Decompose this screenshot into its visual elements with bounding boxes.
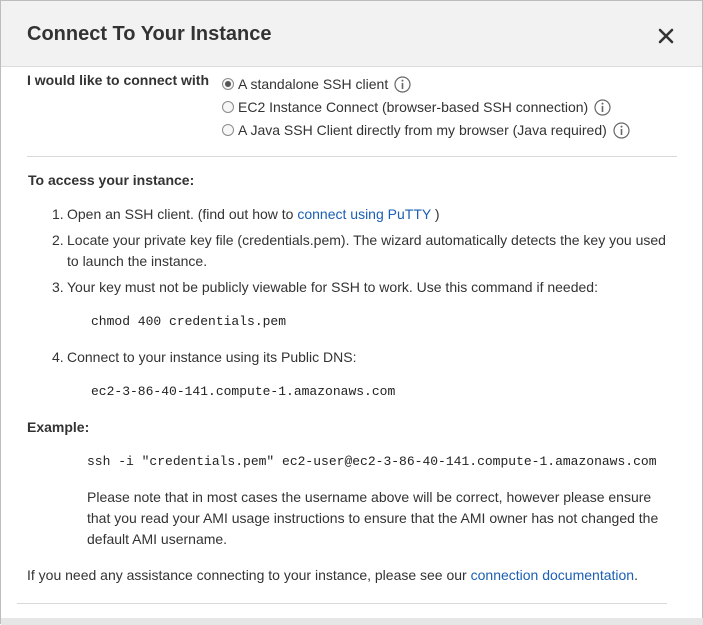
step-text: Open an SSH client. (find out how to <box>67 206 294 222</box>
step-4: 4. Connect to your instance using its Pu… <box>52 347 672 368</box>
section-divider <box>27 156 677 157</box>
example-title: Example: <box>27 419 90 435</box>
step-1: 1. Open an SSH client. (find out how to … <box>52 204 672 225</box>
step-number: 4. <box>52 349 64 365</box>
close-button[interactable] <box>651 21 681 51</box>
option-standalone-ssh[interactable]: A standalone SSH client <box>222 74 411 94</box>
assistance-text: If you need any assistance connecting to… <box>27 567 638 583</box>
connection-documentation-link[interactable]: connection documentation <box>471 567 634 583</box>
step-text: Locate your private key file (credential… <box>67 232 666 269</box>
public-dns: ec2-3-86-40-141.compute-1.amazonaws.com <box>91 384 396 399</box>
info-icon[interactable] <box>394 75 411 93</box>
step-text: Connect to your instance using its Publi… <box>67 349 357 365</box>
step-number: 1. <box>52 206 64 222</box>
username-note: Please note that in most cases the usern… <box>87 489 659 547</box>
close-icon <box>658 28 674 44</box>
access-title: To access your instance: <box>28 172 195 188</box>
dialog-header: Connect To Your Instance <box>1 1 702 67</box>
radio-ec2-instance-connect[interactable] <box>222 101 234 113</box>
assistance-suffix: . <box>634 567 638 583</box>
option-label[interactable]: A standalone SSH client <box>238 76 388 92</box>
connect-dialog: Connect To Your Instance I would like to… <box>0 0 703 625</box>
step-2: 2. Locate your private key file (credent… <box>52 230 672 272</box>
step-text: Your key must not be publicly viewable f… <box>67 279 598 295</box>
option-ec2-instance-connect[interactable]: EC2 Instance Connect (browser-based SSH … <box>222 97 611 117</box>
step-number: 3. <box>52 279 64 295</box>
option-java-ssh-client[interactable]: A Java SSH Client directly from my brows… <box>222 120 630 140</box>
assistance-message: If you need any assistance connecting to… <box>27 567 467 583</box>
putty-link[interactable]: connect using PuTTY <box>297 206 431 222</box>
radio-java-ssh-client[interactable] <box>222 124 234 136</box>
ssh-example-command: ssh -i "credentials.pem" ec2-user@ec2-3-… <box>87 454 657 469</box>
step-number: 2. <box>52 232 64 248</box>
info-icon[interactable] <box>594 98 611 116</box>
dialog-title: Connect To Your Instance <box>27 23 272 45</box>
chmod-command: chmod 400 credentials.pem <box>91 314 287 329</box>
radio-standalone-ssh[interactable] <box>222 78 234 90</box>
connect-method-label: I would like to connect with <box>27 72 210 88</box>
option-label[interactable]: A Java SSH Client directly from my brows… <box>238 122 607 138</box>
step-3: 3. Your key must not be publicly viewabl… <box>52 277 672 298</box>
info-icon[interactable] <box>613 121 630 139</box>
footer-divider <box>17 603 667 604</box>
step-text-suffix: ) <box>434 206 440 222</box>
option-label[interactable]: EC2 Instance Connect (browser-based SSH … <box>238 99 588 115</box>
